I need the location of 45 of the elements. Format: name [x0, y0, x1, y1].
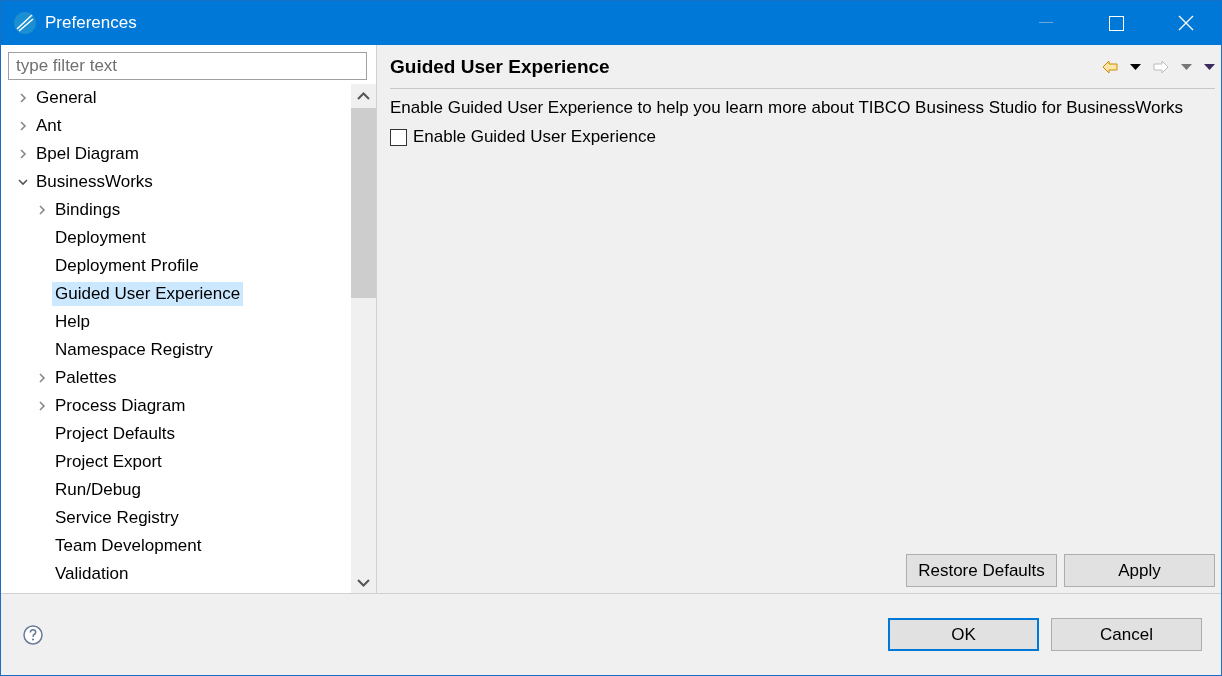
chevron-right-icon[interactable] [18, 93, 28, 103]
chevron-right-icon[interactable] [18, 121, 28, 131]
dialog-button[interactable]: Cancel [1051, 618, 1202, 651]
tree-item[interactable]: Bpel Diagram [33, 142, 142, 166]
tree-item[interactable]: Project Export [52, 450, 165, 474]
tree-item[interactable]: Palettes [52, 366, 120, 390]
page-title: Guided User Experience [390, 55, 611, 78]
help-icon[interactable] [23, 624, 43, 645]
close-icon [1178, 15, 1194, 31]
filter-field[interactable]: type filter text [8, 52, 367, 80]
checkbox-label: Enable Guided User Experience [413, 127, 656, 147]
tree-item[interactable]: Guided User Experience [52, 282, 244, 306]
tree-item[interactable]: Deployment [52, 226, 149, 250]
chevron-right-icon[interactable] [37, 401, 47, 411]
tree-item[interactable]: Bindings [52, 198, 124, 222]
page-button[interactable]: Apply [1064, 554, 1215, 587]
chevron-right-icon[interactable] [37, 205, 47, 215]
tree-item[interactable]: Help [52, 310, 93, 334]
tree-item[interactable]: Run/Debug [52, 478, 144, 502]
tree-item[interactable]: General [33, 86, 100, 110]
tree-item[interactable]: Team Development [52, 534, 205, 558]
chevron-right-icon[interactable] [37, 373, 47, 383]
tree-item[interactable]: Service Registry [52, 506, 182, 530]
tree-item[interactable]: Deployment Profile [52, 254, 202, 278]
tree-item[interactable]: Namespace Registry [52, 338, 216, 362]
forward-arrow-icon[interactable] [1153, 59, 1169, 74]
page-button[interactable]: Restore Defaults [906, 554, 1057, 587]
chevron-right-icon[interactable] [18, 149, 28, 159]
tree-item[interactable]: BusinessWorks [33, 170, 156, 194]
dropdown-icon[interactable] [1130, 63, 1141, 70]
description-text: Enable Guided User Experience to help you learn more about TIBCO Business Studio for BusinessWorks [390, 98, 1185, 118]
window-title: Preferences [45, 13, 138, 33]
maximize-icon [1108, 15, 1124, 31]
tree-item[interactable]: Project Defaults [52, 422, 178, 446]
tree-item[interactable]: Ant [33, 114, 65, 138]
tree-item[interactable]: Validation [52, 562, 132, 586]
minimize-icon [1039, 22, 1053, 24]
checkbox[interactable] [390, 128, 407, 146]
scrollbar[interactable] [351, 84, 376, 593]
view-menu-icon[interactable] [1204, 63, 1215, 70]
dialog-button[interactable]: OK [888, 618, 1039, 651]
tree-item[interactable]: Process Diagram [52, 394, 189, 418]
chevron-down-icon[interactable] [18, 177, 28, 187]
app-logo-icon [13, 11, 37, 35]
back-arrow-icon[interactable] [1102, 59, 1118, 74]
